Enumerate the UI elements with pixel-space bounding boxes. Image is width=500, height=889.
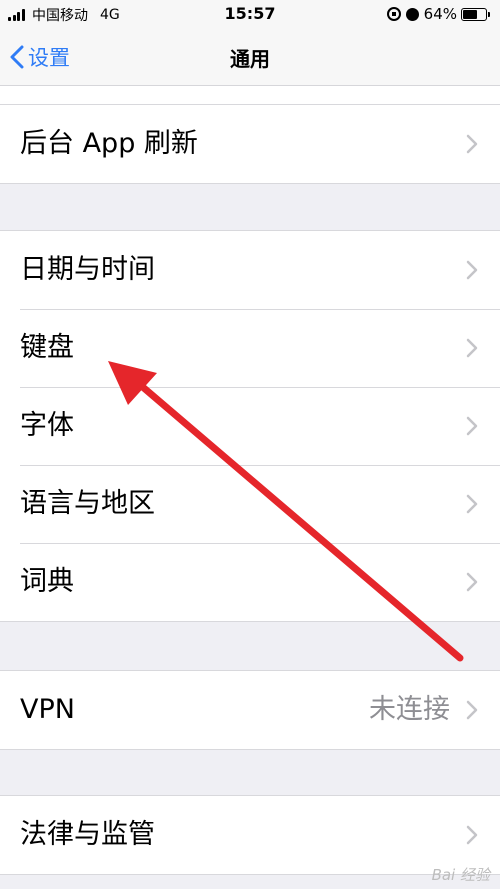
settings-row-date-time[interactable]: 日期与时间	[0, 231, 500, 309]
settings-row-language-region[interactable]: 语言与地区	[0, 465, 500, 543]
battery-cap	[488, 11, 490, 17]
alarm-icon	[405, 7, 419, 21]
row-label: VPN	[20, 694, 75, 725]
row-label: 法律与监管	[20, 819, 155, 850]
settings-row-dictionary[interactable]: 词典	[0, 543, 500, 621]
chevron-right-icon	[466, 260, 478, 280]
partial-list-row	[0, 86, 500, 105]
battery-level	[463, 9, 478, 19]
watermark: Bai 经验	[431, 866, 490, 884]
row-label: 词典	[20, 566, 74, 597]
settings-group-vpn: VPN 未连接	[0, 670, 500, 750]
row-label: 后台 App 刷新	[20, 128, 198, 159]
settings-group-locale: 日期与时间 键盘 字体 语言与地区 词典	[0, 230, 500, 622]
settings-group-legal: 法律与监管	[0, 795, 500, 875]
row-label: 字体	[20, 410, 74, 441]
navigation-bar: 设置 通用	[0, 30, 500, 86]
row-label: 语言与地区	[20, 488, 155, 519]
settings-row-keyboard[interactable]: 键盘	[0, 309, 500, 387]
settings-row-legal-regulatory[interactable]: 法律与监管	[0, 796, 500, 874]
status-bar: 中国移动 4G 15:57 64%	[0, 0, 500, 30]
settings-row-fonts[interactable]: 字体	[0, 387, 500, 465]
battery-icon	[461, 7, 487, 21]
chevron-right-icon	[466, 416, 478, 436]
chevron-right-icon	[466, 134, 478, 154]
settings-row-vpn[interactable]: VPN 未连接	[0, 671, 500, 749]
chevron-right-icon	[466, 572, 478, 592]
page-title: 通用	[230, 47, 270, 71]
chevron-right-icon	[466, 338, 478, 358]
row-label: 键盘	[20, 332, 74, 363]
chevron-right-icon	[466, 825, 478, 845]
settings-group-background-refresh: 后台 App 刷新	[0, 104, 500, 184]
settings-row-background-app-refresh[interactable]: 后台 App 刷新	[0, 105, 500, 183]
chevron-right-icon	[466, 700, 478, 720]
rotation-lock-icon	[386, 7, 401, 21]
vpn-status-value: 未连接	[369, 694, 450, 725]
row-label: 日期与时间	[20, 254, 155, 285]
chevron-right-icon	[466, 494, 478, 514]
battery-percent: 64%	[423, 5, 457, 23]
